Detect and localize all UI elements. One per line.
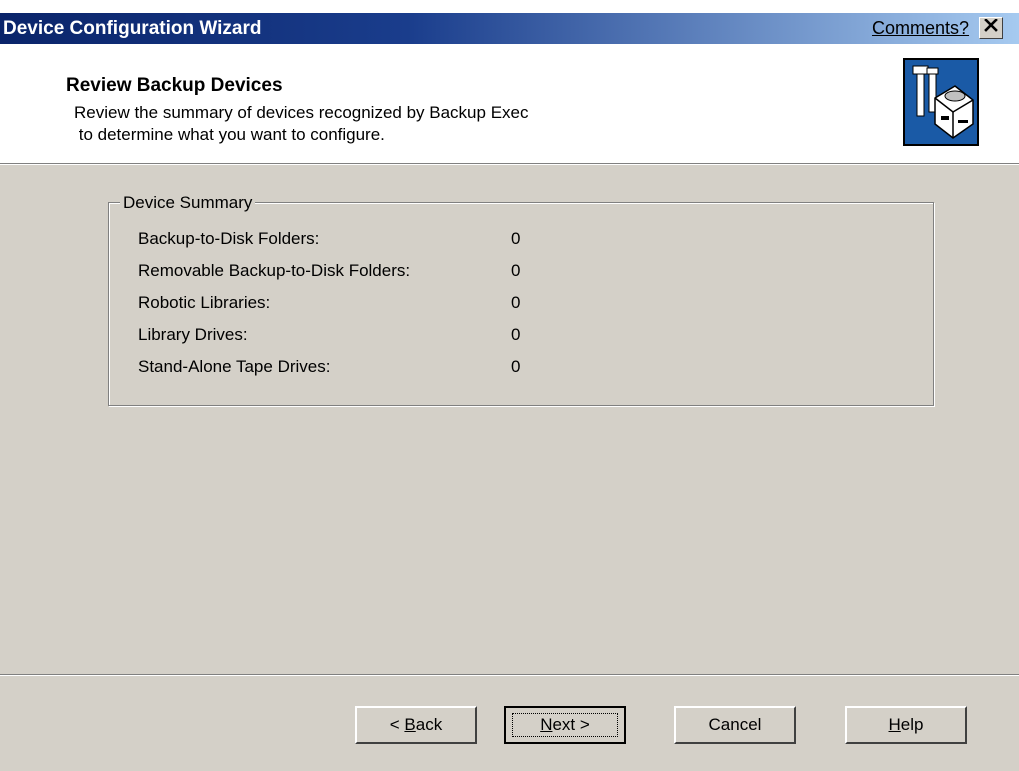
description-line-2: to determine what you want to configure. bbox=[74, 125, 385, 144]
help-button[interactable]: Help bbox=[845, 706, 967, 744]
robotic-libraries-value: 0 bbox=[511, 293, 521, 312]
wizard-window: Device Configuration Wizard Comments? Re… bbox=[0, 0, 1019, 771]
backup-to-disk-folders-label: Backup-to-Disk Folders: bbox=[138, 229, 320, 248]
help-button-rest: elp bbox=[900, 715, 924, 734]
back-button-mnemonic: B bbox=[404, 715, 416, 734]
title-bar: Device Configuration Wizard Comments? bbox=[0, 0, 1019, 44]
focus-indicator bbox=[512, 713, 618, 737]
removable-backup-to-disk-folders-value: 0 bbox=[511, 261, 521, 280]
header-separator bbox=[0, 163, 1019, 165]
stand-alone-tape-drives-label: Stand-Alone Tape Drives: bbox=[138, 357, 331, 376]
back-button-prefix: < bbox=[389, 715, 405, 734]
library-drives-label: Library Drives: bbox=[138, 325, 248, 344]
stand-alone-tape-drives-value: 0 bbox=[511, 357, 521, 376]
removable-backup-to-disk-folders-label: Removable Backup-to-Disk Folders: bbox=[138, 261, 411, 280]
backup-to-disk-folders-value: 0 bbox=[511, 229, 521, 248]
window-title: Device Configuration Wizard bbox=[3, 18, 262, 39]
device-summary-legend: Device Summary bbox=[120, 193, 256, 213]
close-button[interactable] bbox=[979, 17, 1003, 39]
library-drives-value: 0 bbox=[511, 325, 521, 344]
comments-link[interactable]: Comments? bbox=[872, 18, 969, 39]
back-button-rest: ack bbox=[415, 715, 443, 734]
description-line-1: Review the summary of devices recognized… bbox=[74, 103, 529, 122]
page-description: Review the summary of devices recognized… bbox=[74, 102, 528, 146]
help-button-mnemonic: H bbox=[888, 715, 901, 734]
wizard-header: Review Backup Devices Review the summary… bbox=[0, 44, 1019, 163]
page-title: Review Backup Devices bbox=[66, 75, 283, 96]
next-button[interactable]: Next > bbox=[504, 706, 626, 744]
close-icon bbox=[984, 18, 998, 37]
footer-separator bbox=[0, 674, 1019, 676]
cancel-button[interactable]: Cancel bbox=[674, 706, 796, 744]
back-button[interactable]: < Back bbox=[355, 706, 477, 744]
robotic-libraries-label: Robotic Libraries: bbox=[138, 293, 271, 312]
backup-device-configuration-icon bbox=[903, 58, 979, 146]
